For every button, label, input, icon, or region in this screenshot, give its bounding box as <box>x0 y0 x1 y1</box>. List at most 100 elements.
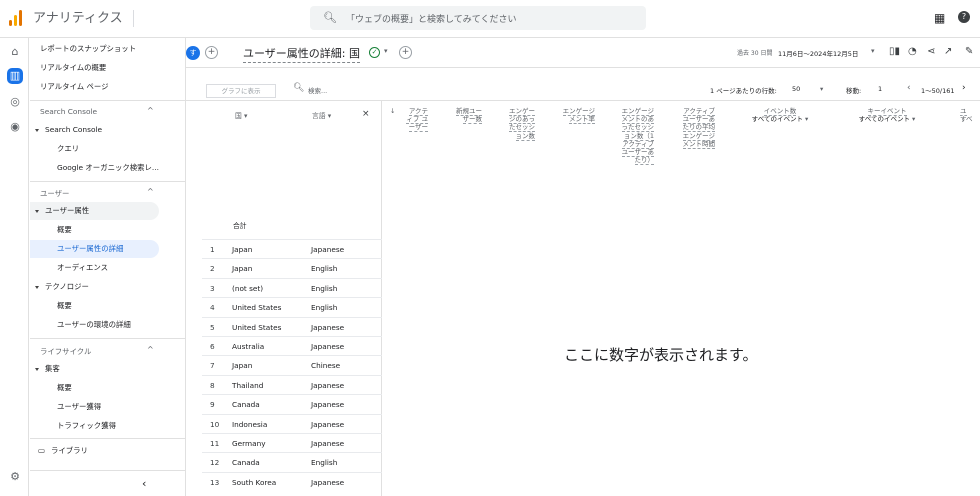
add-comparison-button[interactable]: + <box>205 46 218 59</box>
table-row[interactable]: 4 United States English <box>202 297 382 316</box>
row-language: English <box>311 303 338 313</box>
rows-per-page-label: 1 ページあたりの行数: <box>710 87 777 95</box>
metric-header-engaged-sessions[interactable]: エンゲージのあったセッション数 <box>509 107 535 141</box>
row-index: 9 <box>210 400 215 410</box>
country-column-header[interactable]: 国 ▾ <box>235 110 247 120</box>
chevron-up-icon[interactable]: ^ <box>147 106 154 115</box>
divider <box>30 438 186 439</box>
trend-icon[interactable]: ↗ <box>944 46 952 57</box>
table-row[interactable]: 3 (not set) English <box>202 277 382 297</box>
sidebar-item-realtime-overview[interactable]: リアルタイムの概要 <box>30 59 106 77</box>
chevron-up-icon[interactable]: ^ <box>147 187 154 196</box>
sidebar-item-organic-search[interactable]: Google オーガニック検索レ... <box>30 159 159 177</box>
date-dropdown-icon[interactable]: ▾ <box>871 47 875 55</box>
metric-header-engagement-rate[interactable]: エンゲージメント率 <box>562 107 595 125</box>
sort-arrow-icon[interactable]: ↓ <box>390 107 395 115</box>
table-row[interactable]: 12 Canada English <box>202 452 382 471</box>
sidebar-item-user-acquisition[interactable]: ユーザー獲得 <box>30 398 101 416</box>
date-range-value[interactable]: 11月6日〜2024年12月5日 <box>778 48 858 58</box>
collapse-chevron-icon[interactable]: ‹ <box>142 477 146 490</box>
table-row[interactable]: 1 Japan Japanese <box>202 239 382 258</box>
nav-rail: ⌂ ▥ ◎ ◉ ⚙ <box>0 38 29 496</box>
metric-header-truncated[interactable]: ユすべ <box>960 107 980 123</box>
next-page-icon[interactable]: › <box>962 83 966 93</box>
section-lifecycle[interactable]: ライフサイクル <box>40 346 91 357</box>
metric-header-new-users[interactable]: 新規ユーザー数 <box>456 107 482 125</box>
caret-down-icon <box>35 367 39 371</box>
sidebar-library[interactable]: ▭ ライブラリ <box>30 442 88 460</box>
metric-header-avg-engagement-time[interactable]: アクティブ ユーザーあたりの平均エンゲージメント時間 <box>679 107 715 149</box>
caret-down-icon <box>35 209 39 213</box>
table-search-input[interactable]: 検索... <box>308 85 327 95</box>
row-language: English <box>311 458 338 468</box>
metric-header-event-count[interactable]: イベント数 すべてのイベント ▾ <box>742 107 818 123</box>
help-icon[interactable]: ? <box>958 11 970 23</box>
edit-icon[interactable]: ✎ <box>965 46 973 57</box>
compare-icon[interactable]: ▯▮ <box>889 46 900 57</box>
sidebar-item-tech-overview[interactable]: 概要 <box>30 297 72 315</box>
key-event-filter-select[interactable]: すべてのイベント <box>859 115 910 123</box>
language-column-header[interactable]: 言語 ▾ <box>312 110 331 120</box>
metric-header-engaged-sessions-per-user[interactable]: エンゲージメントのあったセッション数（1 アクティブ ユーザーあたり） <box>620 107 654 166</box>
sidebar-item-demographics-detail[interactable]: ユーザー属性の詳細 <box>30 240 159 258</box>
row-country: Japan <box>232 361 253 371</box>
divider <box>30 338 186 339</box>
divider <box>30 100 186 101</box>
goto-label: 移動: <box>846 87 862 95</box>
metric-header-key-events[interactable]: キーイベント すべてのイベント ▾ <box>847 107 927 123</box>
section-user[interactable]: ユーザー <box>40 188 69 199</box>
table-row[interactable]: 2 Japan English <box>202 258 382 277</box>
divider <box>30 181 186 182</box>
sidebar-item-traffic-acquisition[interactable]: トラフィック獲得 <box>30 417 116 435</box>
check-icon[interactable]: ✓ <box>369 47 380 58</box>
section-search-console[interactable]: Search Console <box>40 107 97 116</box>
rows-per-page-select[interactable]: 50 <box>792 85 800 93</box>
table-row[interactable]: 5 United States Japanese <box>202 316 382 336</box>
sidebar-item-queries[interactable]: クエリ <box>30 140 79 158</box>
sidebar-item-acquisition-overview[interactable]: 概要 <box>30 379 72 397</box>
explore-icon[interactable]: ◎ <box>7 94 23 110</box>
table-row[interactable]: 9 Canada Japanese <box>202 394 382 413</box>
caret-down-icon[interactable]: ▾ <box>384 47 388 55</box>
table-row[interactable]: 7 Japan Chinese <box>202 355 382 374</box>
report-header: す + ユーザー属性の詳細: 国 ✓ ▾ + 過去 30 日間 11月6日〜20… <box>186 38 980 68</box>
home-icon[interactable]: ⌂ <box>7 44 23 60</box>
table-row[interactable]: 13 South Korea Japanese <box>202 471 382 491</box>
sidebar-group-technology[interactable]: テクノロジー <box>30 278 89 296</box>
reports-icon[interactable]: ▥ <box>7 68 23 84</box>
sidebar-group-search-console[interactable]: Search Console <box>30 121 102 139</box>
top-bar: アナリティクス 🔍︎ 「ウェブの概要」と検索してみてください ▦ ? <box>0 0 980 38</box>
sidebar-item-snapshot[interactable]: レポートのスナップショット <box>30 40 136 58</box>
plot-rows-button[interactable]: グラフに表示 <box>206 84 276 98</box>
apps-grid-icon[interactable]: ▦ <box>934 11 945 25</box>
table-row[interactable]: 6 Australia Japanese <box>202 336 382 355</box>
row-country: United States <box>232 322 282 332</box>
goto-input[interactable]: 1 <box>878 85 882 93</box>
sidebar-group-acquisition[interactable]: 集客 <box>30 360 60 378</box>
settings-gear-icon[interactable]: ⚙ <box>7 469 23 485</box>
metric-header-active-users[interactable]: アクティブ ユーザー <box>404 107 428 133</box>
table-row[interactable]: 8 Thailand Japanese <box>202 374 382 394</box>
sidebar-item-tech-detail[interactable]: ユーザーの環境の詳細 <box>30 316 131 334</box>
table-row[interactable]: 11 Germany Japanese <box>202 433 382 452</box>
avatar[interactable]: す <box>186 46 200 60</box>
global-search-input[interactable]: 🔍︎ 「ウェブの概要」と検索してみてください <box>310 6 646 30</box>
remove-dimension-icon[interactable]: × <box>362 109 370 119</box>
row-language: Japanese <box>311 439 345 448</box>
row-language: Japanese <box>311 400 345 410</box>
row-index: 4 <box>210 303 215 313</box>
event-filter-select[interactable]: すべてのイベント <box>752 115 803 123</box>
advertising-icon[interactable]: ◉ <box>7 119 23 135</box>
chevron-up-icon[interactable]: ^ <box>147 345 154 354</box>
sidebar-item-audiences[interactable]: オーディエンス <box>30 259 108 277</box>
sidebar-group-demographics[interactable]: ユーザー属性 <box>30 202 159 220</box>
insights-icon[interactable]: ◔ <box>908 46 917 57</box>
row-index: 6 <box>210 342 215 351</box>
add-report-button[interactable]: + <box>399 46 412 59</box>
share-icon[interactable]: ⋖ <box>927 46 935 57</box>
table-row[interactable]: 10 Indonesia Japanese <box>202 413 382 433</box>
sidebar-item-realtime-pages[interactable]: リアルタイム ページ <box>30 78 109 96</box>
sidebar-item-demographics-overview[interactable]: 概要 <box>30 221 72 239</box>
caret-down-icon[interactable]: ▾ <box>820 85 823 93</box>
prev-page-icon[interactable]: ‹ <box>907 83 911 93</box>
